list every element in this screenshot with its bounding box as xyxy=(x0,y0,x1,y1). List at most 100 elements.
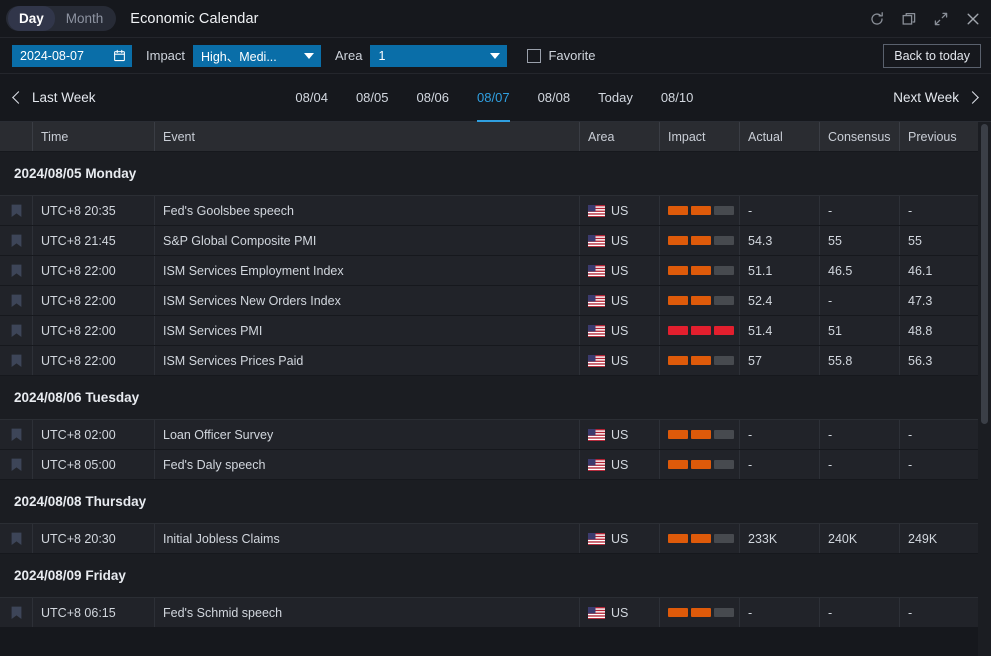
favorite-cell[interactable] xyxy=(0,346,33,375)
event-cell[interactable]: ISM Services Prices Paid xyxy=(155,346,580,375)
event-cell[interactable]: ISM Services Employment Index xyxy=(155,256,580,285)
event-cell[interactable]: ISM Services PMI xyxy=(155,316,580,345)
event-cell[interactable]: Fed's Schmid speech xyxy=(155,598,580,627)
table-row[interactable]: UTC+8 06:15Fed's Schmid speechUS--- xyxy=(0,598,978,628)
consensus-cell: 51 xyxy=(820,316,900,345)
impact-bar xyxy=(714,534,734,543)
event-cell[interactable]: Fed's Goolsbee speech xyxy=(155,196,580,225)
expand-icon[interactable] xyxy=(933,11,949,27)
day-tab[interactable]: 08/05 xyxy=(342,74,403,121)
back-to-today-button[interactable]: Back to today xyxy=(883,44,981,68)
favorite-cell[interactable] xyxy=(0,286,33,315)
event-cell[interactable]: ISM Services New Orders Index xyxy=(155,286,580,315)
area-code: US xyxy=(611,204,628,218)
consensus-cell: - xyxy=(820,196,900,225)
favorite-cell[interactable] xyxy=(0,420,33,449)
impact-bars xyxy=(668,430,734,439)
area-code: US xyxy=(611,264,628,278)
table-row[interactable]: UTC+8 22:00ISM Services PMI US 51.45148.8 xyxy=(0,316,978,346)
bookmark-icon[interactable] xyxy=(11,606,22,620)
table-row[interactable]: UTC+8 21:45S&P Global Composite PMIUS54.… xyxy=(0,226,978,256)
us-flag-icon xyxy=(588,265,605,277)
refresh-icon[interactable] xyxy=(869,11,885,27)
actual-cell: 57 xyxy=(740,346,820,375)
area-filter-select[interactable]: 1 xyxy=(370,45,507,67)
bookmark-icon[interactable] xyxy=(11,264,22,278)
day-tab[interactable]: 08/10 xyxy=(647,74,708,121)
day-tab[interactable]: 08/07 xyxy=(463,74,524,121)
previous-cell: 46.1 xyxy=(900,256,978,285)
restore-window-icon[interactable] xyxy=(901,11,917,27)
bookmark-icon[interactable] xyxy=(11,324,22,338)
us-flag-icon xyxy=(588,235,605,247)
favorite-checkbox[interactable] xyxy=(527,49,541,63)
table-row[interactable]: UTC+8 02:00Loan Officer SurveyUS--- xyxy=(0,420,978,450)
event-cell[interactable]: Fed's Daly speech xyxy=(155,450,580,479)
next-week-button[interactable]: Next Week xyxy=(893,90,977,105)
impact-bar xyxy=(714,266,734,275)
bookmark-icon[interactable] xyxy=(11,532,22,546)
bookmark-icon[interactable] xyxy=(11,428,22,442)
bookmark-icon[interactable] xyxy=(11,204,22,218)
bookmark-icon[interactable] xyxy=(11,354,22,368)
bookmark-icon[interactable] xyxy=(11,294,22,308)
favorite-filter-toggle[interactable]: Favorite xyxy=(527,48,595,63)
table-row[interactable]: UTC+8 22:00ISM Services Prices PaidUS575… xyxy=(0,346,978,376)
favorite-cell[interactable] xyxy=(0,256,33,285)
last-week-button[interactable]: Last Week xyxy=(14,90,96,105)
actual-cell: 51.1 xyxy=(740,256,820,285)
area-cell: US xyxy=(580,256,660,285)
table-body: 2024/08/05 MondayUTC+8 20:35Fed's Goolsb… xyxy=(0,152,978,656)
time-cell: UTC+8 22:00 xyxy=(33,316,155,345)
view-mode-segmented-control[interactable]: Day Month xyxy=(6,6,116,31)
impact-filter-value: High、Medi... xyxy=(201,46,277,65)
day-tab[interactable]: 08/04 xyxy=(281,74,342,121)
day-tab[interactable]: Today xyxy=(584,74,647,121)
actual-cell: - xyxy=(740,450,820,479)
bookmark-icon[interactable] xyxy=(11,234,22,248)
actual-cell: - xyxy=(740,420,820,449)
table-row[interactable]: UTC+8 22:00ISM Services New Orders Index… xyxy=(0,286,978,316)
event-cell[interactable]: S&P Global Composite PMI xyxy=(155,226,580,255)
area-code: US xyxy=(611,324,628,338)
table-row[interactable]: UTC+8 05:00Fed's Daly speechUS--- xyxy=(0,450,978,480)
actual-cell: 52.4 xyxy=(740,286,820,315)
impact-cell xyxy=(660,450,740,479)
table-row[interactable]: UTC+8 20:30Initial Jobless ClaimsUS233K2… xyxy=(0,524,978,554)
time-cell: UTC+8 02:00 xyxy=(33,420,155,449)
event-cell[interactable]: Initial Jobless Claims xyxy=(155,524,580,553)
consensus-cell: - xyxy=(820,598,900,627)
view-mode-day[interactable]: Day xyxy=(8,6,55,32)
impact-filter-select[interactable]: High、Medi... xyxy=(193,45,321,67)
favorite-cell[interactable] xyxy=(0,450,33,479)
favorite-cell[interactable] xyxy=(0,196,33,225)
consensus-cell: 55.8 xyxy=(820,346,900,375)
us-flag-icon xyxy=(588,459,605,471)
time-cell: UTC+8 06:15 xyxy=(33,598,155,627)
table-row[interactable]: UTC+8 20:35Fed's Goolsbee speechUS--- xyxy=(0,196,978,226)
favorite-cell[interactable] xyxy=(0,598,33,627)
actual-cell: 51.4 xyxy=(740,316,820,345)
table-row[interactable]: UTC+8 22:00ISM Services Employment Index… xyxy=(0,256,978,286)
scrollbar-thumb[interactable] xyxy=(981,124,988,424)
filter-bar: 2024-08-07 Impact High、Medi... Area 1 Fa… xyxy=(0,38,991,74)
favorite-cell[interactable] xyxy=(0,226,33,255)
date-picker-value: 2024-08-07 xyxy=(20,49,84,63)
day-tab[interactable]: 08/08 xyxy=(524,74,585,121)
impact-cell xyxy=(660,420,740,449)
favorite-cell[interactable] xyxy=(0,524,33,553)
event-cell[interactable]: Loan Officer Survey xyxy=(155,420,580,449)
previous-cell: 48.8 xyxy=(900,316,978,345)
day-tab[interactable]: 08/06 xyxy=(402,74,463,121)
date-picker[interactable]: 2024-08-07 xyxy=(12,45,132,67)
close-icon[interactable] xyxy=(965,11,981,27)
favorite-cell[interactable] xyxy=(0,316,33,345)
view-mode-month[interactable]: Month xyxy=(55,6,115,32)
previous-cell: 249K xyxy=(900,524,978,553)
area-code: US xyxy=(611,532,628,546)
bookmark-icon[interactable] xyxy=(11,458,22,472)
chevron-down-icon xyxy=(304,53,314,59)
vertical-scrollbar[interactable] xyxy=(978,122,991,656)
impact-cell xyxy=(660,524,740,553)
impact-bar xyxy=(714,356,734,365)
